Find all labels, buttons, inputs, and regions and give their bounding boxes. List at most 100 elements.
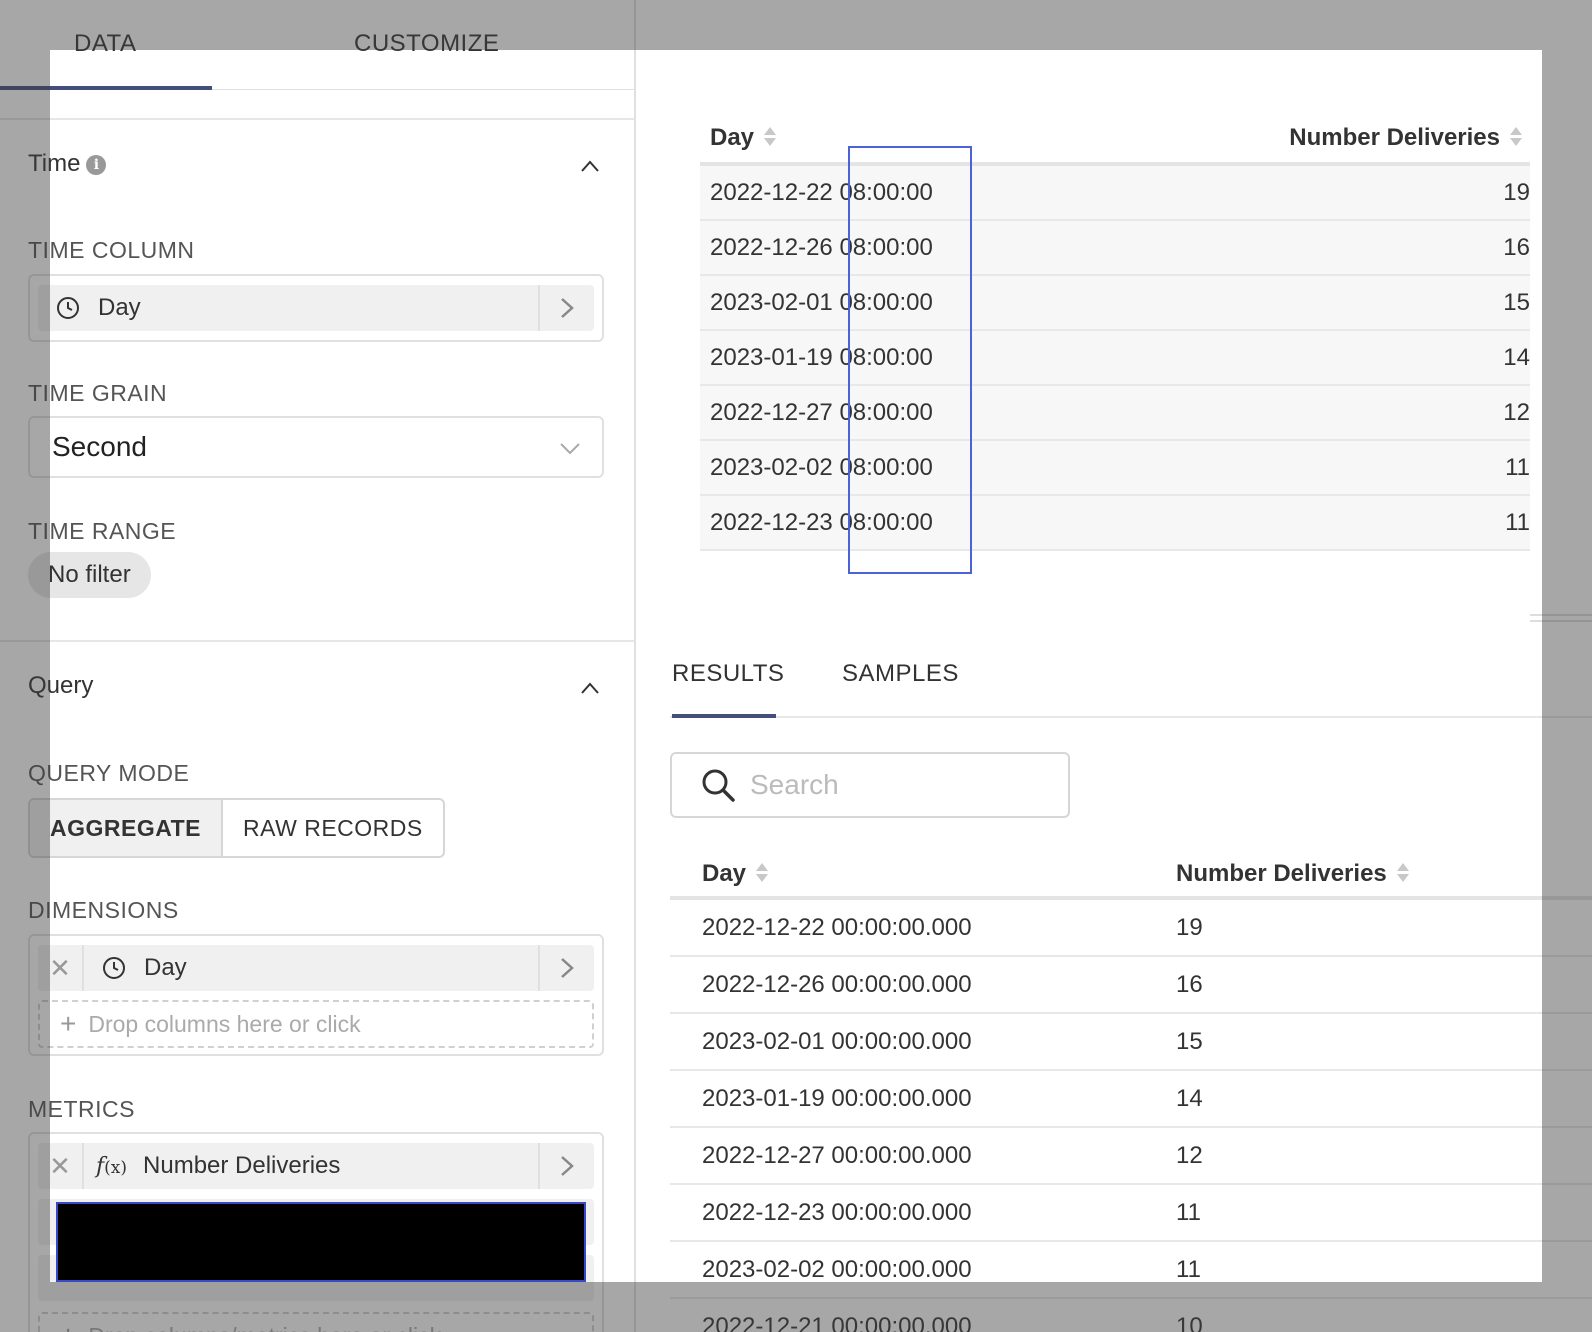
control-panel: DATA CUSTOMIZE Time i TIME COLUMN Day TIM… [0,0,636,1332]
chevron-right-icon[interactable] [538,285,594,331]
table-row: 2022-12-23 08:00:00 11 [700,496,1530,551]
cell-day: 2022-12-27 00:00:00.000 [702,1142,972,1169]
search-box[interactable] [670,752,1070,818]
cell-number-deliveries: 11 [1176,1199,1201,1226]
time-grain-select[interactable]: Second [28,416,604,478]
sort-icon[interactable] [1510,127,1522,147]
query-mode-label: QUERY MODE [28,760,190,786]
cell-number-deliveries: 11 [1505,454,1530,481]
time-column-pill[interactable]: Day [38,285,594,331]
table-row: 2023-02-02 08:00:00 11 [700,441,1530,496]
column-header-number-deliveries[interactable]: Number Deliveries [1289,124,1522,152]
cell-number-deliveries: 11 [1505,509,1530,536]
metric-pill-number-deliveries[interactable]: ✕ f(x) Number Deliveries [38,1143,594,1189]
time-section-header[interactable]: Time i [28,150,107,178]
cell-number-deliveries: 15 [1503,289,1530,316]
cell-day: 2023-01-19 00:00:00.000 [702,1085,972,1112]
dimension-label: Day [144,954,187,981]
tab-data[interactable]: DATA [74,30,136,58]
search-icon [702,769,735,802]
query-section-title[interactable]: Query [28,672,93,700]
clock-icon [57,297,79,319]
chart-table-header: Day Number Deliveries [700,120,1530,166]
remove-icon[interactable]: ✕ [38,945,84,991]
sort-icon[interactable] [1396,863,1409,883]
table-row: 2023-02-01 08:00:00 15 [700,276,1530,331]
cell-number-deliveries: 11 [1176,1256,1201,1283]
time-range-label: TIME RANGE [28,518,177,544]
cell-day: 2022-12-26 00:00:00.000 [702,971,972,998]
active-tab-indicator [0,86,212,90]
metrics-label: METRICS [28,1096,135,1122]
query-mode-raw-records[interactable]: RAW RECORDS [223,800,443,856]
dimensions-label: DIMENSIONS [28,897,179,923]
chevron-right-icon[interactable] [538,945,594,991]
chart-area: Day Number Deliveries 2022-12-22 08:00:0… [638,0,1592,1332]
table-row: 2023-02-02 00:00:00.000 11 [670,1242,1592,1299]
results-table: Day Number Deliveries 2022-12-22 00:00:0… [670,852,1592,1332]
table-row: 2022-12-26 00:00:00.000 16 [670,957,1592,1014]
table-row: 2023-01-19 08:00:00 14 [700,331,1530,386]
time-column-box: Day [28,274,604,342]
plus-icon: + [60,1008,77,1039]
redacted-block [56,1202,586,1282]
chevron-right-icon[interactable] [538,1143,594,1189]
metric-label: Number Deliveries [143,1152,341,1179]
cell-day: 2023-02-01 00:00:00.000 [702,1028,972,1055]
time-column-value: Day [98,294,141,321]
resize-handle[interactable] [1530,614,1592,622]
table-row: 2022-12-27 08:00:00 12 [700,386,1530,441]
table-row: 2022-12-21 00:00:00.000 10 [670,1299,1592,1332]
tab-results[interactable]: RESULTS [672,660,784,688]
dimension-pill-day[interactable]: ✕ Day [38,945,594,991]
cell-number-deliveries: 16 [1176,971,1203,998]
column-header-day[interactable]: Day [702,860,769,888]
chevron-up-icon[interactable] [580,156,600,176]
chart-table: Day Number Deliveries 2022-12-22 08:00:0… [700,120,1530,551]
table-row: 2022-12-27 00:00:00.000 12 [670,1128,1592,1185]
divider [0,640,634,642]
info-icon[interactable]: i [86,155,107,175]
cell-day: 2022-12-22 00:00:00.000 [702,914,972,941]
cell-number-deliveries: 12 [1176,1142,1203,1169]
function-icon: f(x) [96,1153,128,1179]
table-row: 2023-02-01 00:00:00.000 15 [670,1014,1592,1071]
table-row: 2022-12-22 00:00:00.000 19 [670,900,1592,957]
chevron-up-icon[interactable] [580,678,600,698]
highlight-box [848,146,972,574]
divider [0,118,634,120]
time-section-title: Time [28,150,81,177]
query-mode-toggle: AGGREGATE RAW RECORDS [28,798,445,858]
remove-icon[interactable]: ✕ [38,1143,84,1189]
data-pane-tabs: RESULTS SAMPLES [670,650,1592,718]
active-tab-indicator [672,714,776,718]
tab-customize[interactable]: CUSTOMIZE [354,30,499,58]
column-header-day[interactable]: Day [710,124,777,152]
plus-icon: + [60,1320,76,1332]
metrics-dropzone[interactable]: + Drop columns/metrics here or click [38,1312,594,1332]
cell-number-deliveries: 19 [1503,179,1530,206]
query-mode-aggregate[interactable]: AGGREGATE [30,800,224,856]
table-row: 2022-12-26 08:00:00 16 [700,221,1530,276]
cell-number-deliveries: 15 [1176,1028,1203,1055]
cell-day: 2022-12-21 00:00:00.000 [702,1313,972,1332]
table-row: 2022-12-23 00:00:00.000 11 [670,1185,1592,1242]
results-table-header: Day Number Deliveries [670,852,1592,900]
dimensions-box: ✕ Day + Drop columns here or click [28,934,604,1056]
sort-icon[interactable] [756,863,769,883]
time-range-filter[interactable]: No filter [28,552,151,598]
control-panel-tabs: DATA CUSTOMIZE [0,0,634,90]
cell-number-deliveries: 14 [1176,1085,1203,1112]
cell-number-deliveries: 14 [1503,344,1530,371]
cell-day: 2022-12-23 00:00:00.000 [702,1199,972,1226]
cell-number-deliveries: 12 [1503,399,1530,426]
sort-icon[interactable] [764,127,777,147]
time-grain-label: TIME GRAIN [28,380,168,406]
column-header-number-deliveries[interactable]: Number Deliveries [1176,860,1409,888]
table-row: 2023-01-19 00:00:00.000 14 [670,1071,1592,1128]
cell-number-deliveries: 19 [1176,914,1203,941]
search-input[interactable] [750,769,1050,801]
tab-samples[interactable]: SAMPLES [842,660,959,688]
dimensions-dropzone[interactable]: + Drop columns here or click [38,1000,594,1048]
dropzone-placeholder: Drop columns/metrics here or click [88,1323,441,1332]
